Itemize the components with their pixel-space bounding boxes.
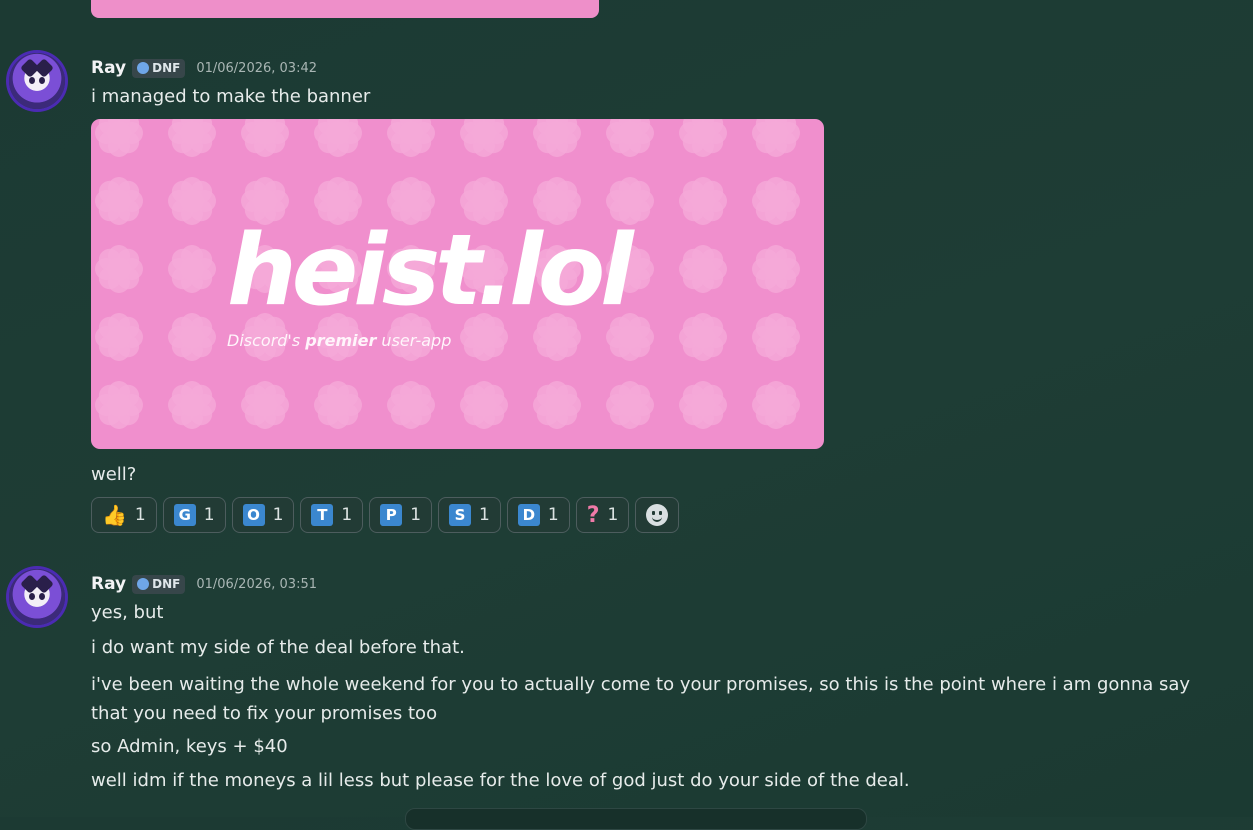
avatar-eye — [29, 593, 35, 600]
jump-to-present-bar[interactable] — [405, 808, 867, 830]
server-tag[interactable]: DNF — [132, 574, 186, 594]
reaction-letter-p[interactable]: P 1 — [369, 497, 433, 533]
reaction-count: 1 — [203, 505, 215, 525]
flower-shape — [679, 245, 727, 293]
thumbs-up-icon: 👍 — [102, 503, 127, 527]
flower-shape — [168, 381, 216, 429]
banner-title-heist: heist — [227, 214, 482, 328]
flower-shape — [241, 381, 289, 429]
flower-shape — [387, 381, 435, 429]
flower-shape — [752, 381, 800, 429]
reaction-count: 1 — [134, 505, 146, 525]
message-header: Ray DNF 01/06/2026, 03:51 — [91, 574, 317, 594]
banner-title: heist.lol — [227, 222, 634, 320]
flower-shape — [314, 381, 362, 429]
add-reaction-button[interactable] — [635, 497, 680, 533]
reaction-letter-t[interactable]: T 1 — [300, 497, 364, 533]
flower-shape — [533, 381, 581, 429]
letter-t-icon: T — [311, 504, 334, 526]
flower-shape — [679, 119, 727, 157]
banner-title-dot: . — [477, 214, 514, 328]
flower-shape — [95, 313, 143, 361]
flower-shape — [168, 119, 216, 157]
server-tag-label: DNF — [152, 61, 181, 75]
message-text: well? — [91, 464, 137, 485]
reaction-count: 1 — [272, 505, 284, 525]
flower-shape — [168, 177, 216, 225]
flower-shape — [95, 381, 143, 429]
message-text: i've been waiting the whole weekend for … — [91, 674, 1196, 724]
reaction-letter-s[interactable]: S 1 — [438, 497, 501, 533]
reaction-count: 1 — [410, 505, 422, 525]
message-text: i do want my side of the deal before tha… — [91, 637, 465, 658]
banner-subtitle: Discord's premier user-app — [227, 331, 451, 350]
message-text: i managed to make the banner — [91, 86, 371, 107]
flower-shape — [752, 177, 800, 225]
flower-shape — [606, 119, 654, 157]
reaction-letter-g[interactable]: G 1 — [162, 497, 226, 533]
avatar-eye — [39, 77, 45, 84]
banner-title-lol: lol — [509, 214, 633, 328]
letter-s-icon: S — [449, 504, 472, 526]
tag-icon — [137, 578, 150, 590]
letter-p-icon: P — [380, 504, 403, 526]
flower-shape — [679, 381, 727, 429]
flower-shape — [95, 245, 143, 293]
server-tag-label: DNF — [152, 577, 181, 591]
smiley-icon — [646, 504, 669, 526]
username[interactable]: Ray — [91, 574, 126, 594]
banner-subtitle-suffix: user-app — [376, 331, 452, 350]
flower-shape — [679, 177, 727, 225]
previous-image-attachment[interactable] — [91, 0, 599, 18]
flower-shape — [95, 119, 143, 157]
letter-o-icon: O — [242, 504, 265, 526]
flower-shape — [533, 119, 581, 157]
reaction-count: 1 — [479, 505, 490, 525]
flower-shape — [460, 381, 508, 429]
flower-shape — [752, 313, 800, 361]
avatar-eye — [39, 593, 45, 600]
tag-icon — [137, 62, 150, 74]
flower-shape — [460, 119, 508, 157]
username[interactable]: Ray — [91, 58, 126, 78]
avatar[interactable] — [9, 53, 65, 109]
flower-shape — [752, 119, 800, 157]
message-text: yes, but — [91, 602, 164, 623]
letter-g-icon: G — [173, 504, 196, 526]
flower-shape — [95, 177, 143, 225]
reaction-question[interactable]: ? 1 — [575, 497, 630, 533]
flower-shape — [314, 119, 362, 157]
reaction-letter-d[interactable]: D 1 — [506, 497, 570, 533]
timestamp: 01/06/2026, 03:51 — [196, 576, 317, 592]
banner-subtitle-bold: premier — [305, 331, 377, 350]
timestamp: 01/06/2026, 03:42 — [196, 60, 317, 76]
avatar-ear — [34, 574, 54, 594]
message-text: so Admin, keys + $40 — [91, 736, 288, 757]
avatar[interactable] — [9, 569, 65, 625]
flower-shape — [387, 119, 435, 157]
question-icon: ? — [586, 502, 600, 528]
avatar-ear — [34, 58, 54, 78]
reaction-thumbs-up[interactable]: 👍 1 — [91, 497, 157, 533]
reaction-bar: 👍 1 G 1 O 1 T 1 P 1 S 1 D 1 ? 1 — [91, 497, 680, 533]
flower-shape — [241, 119, 289, 157]
banner-subtitle-prefix: Discord's — [227, 331, 306, 350]
flower-shape — [168, 313, 216, 361]
reaction-count: 1 — [547, 505, 559, 525]
reaction-count: 1 — [607, 505, 619, 525]
reaction-count: 1 — [341, 505, 353, 525]
flower-shape — [679, 313, 727, 361]
flower-shape — [606, 381, 654, 429]
flower-shape — [168, 245, 216, 293]
message-text: well idm if the moneys a lil less but pl… — [91, 770, 910, 791]
avatar-eye — [29, 77, 35, 84]
message-header: Ray DNF 01/06/2026, 03:42 — [91, 58, 317, 78]
flower-shape — [752, 245, 800, 293]
banner-image-attachment[interactable]: heist.lol Discord's premier user-app — [91, 119, 824, 449]
server-tag[interactable]: DNF — [132, 58, 186, 78]
letter-d-icon: D — [517, 504, 540, 526]
reaction-letter-o[interactable]: O 1 — [231, 497, 295, 533]
